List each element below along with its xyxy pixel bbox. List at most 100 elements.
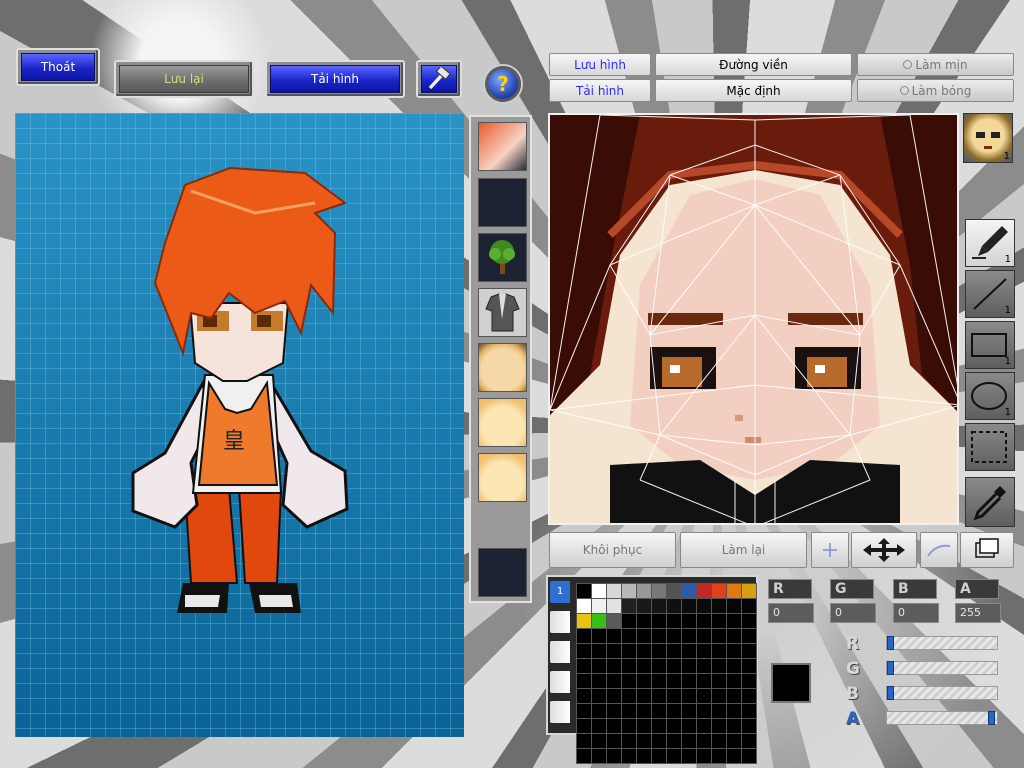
palette-tab-5[interactable] — [550, 701, 570, 723]
palette-swatch[interactable] — [652, 614, 666, 628]
palette-swatch[interactable] — [637, 734, 651, 748]
palette-swatch[interactable] — [652, 629, 666, 643]
palette-swatch[interactable] — [742, 689, 756, 703]
alpha-value-field[interactable]: 255 — [955, 603, 1001, 623]
palette-swatch[interactable] — [667, 599, 681, 613]
palette-swatch[interactable] — [742, 734, 756, 748]
rectangle-tool[interactable]: 1 — [965, 321, 1015, 369]
redo-button[interactable]: Làm lại — [680, 532, 807, 568]
palette-swatch[interactable] — [607, 629, 621, 643]
select-tool[interactable] — [965, 423, 1015, 471]
palette-swatch[interactable] — [712, 629, 726, 643]
curve-button[interactable] — [920, 532, 958, 568]
restore-button[interactable]: Khôi phục — [549, 532, 676, 568]
palette-swatch[interactable] — [727, 674, 741, 688]
palette-swatch[interactable] — [637, 584, 651, 598]
exit-button[interactable]: Thoát — [16, 48, 100, 86]
palette-swatch[interactable] — [607, 704, 621, 718]
palette-swatch[interactable] — [622, 689, 636, 703]
palette-swatch[interactable] — [727, 614, 741, 628]
palette-swatch[interactable] — [622, 659, 636, 673]
palette-swatch[interactable] — [592, 734, 606, 748]
palette-swatch[interactable] — [592, 704, 606, 718]
palette-swatch[interactable] — [622, 644, 636, 658]
palette-swatch[interactable] — [652, 599, 666, 613]
palette-swatch[interactable] — [607, 674, 621, 688]
alpha-slider-handle[interactable] — [988, 711, 995, 725]
palette-swatch[interactable] — [592, 749, 606, 763]
palette-swatch[interactable] — [742, 599, 756, 613]
palette-swatch[interactable] — [592, 719, 606, 733]
palette-swatch[interactable] — [622, 614, 636, 628]
layer-button[interactable] — [960, 532, 1014, 568]
palette-swatch[interactable] — [697, 599, 711, 613]
palette-swatch[interactable] — [592, 629, 606, 643]
palette-swatch[interactable] — [682, 749, 696, 763]
palette-swatch[interactable] — [577, 584, 591, 598]
palette-swatch[interactable] — [712, 704, 726, 718]
palette-swatch[interactable] — [592, 599, 606, 613]
palette-swatch[interactable] — [622, 584, 636, 598]
palette-swatch[interactable] — [727, 659, 741, 673]
palette-swatch[interactable] — [577, 749, 591, 763]
palette-tab-1[interactable]: 1 — [550, 581, 570, 603]
save-button[interactable]: Lưu lại — [114, 60, 254, 98]
palette-swatch[interactable] — [667, 644, 681, 658]
palette-swatch[interactable] — [667, 659, 681, 673]
palette-swatch[interactable] — [697, 584, 711, 598]
palette-swatch[interactable] — [742, 704, 756, 718]
palette-swatch[interactable] — [697, 614, 711, 628]
palette-swatch[interactable] — [712, 614, 726, 628]
palette-swatch[interactable] — [607, 689, 621, 703]
palette-swatch[interactable] — [637, 704, 651, 718]
palette-swatch[interactable] — [622, 749, 636, 763]
blue-slider[interactable] — [886, 686, 998, 700]
palette-swatch[interactable] — [667, 689, 681, 703]
save-image-button[interactable]: Lưu hình — [549, 53, 651, 76]
green-slider-handle[interactable] — [887, 661, 894, 675]
eyedropper-tool[interactable] — [965, 477, 1015, 527]
palette-swatch[interactable] — [607, 659, 621, 673]
palette-swatch[interactable] — [727, 749, 741, 763]
palette-swatch[interactable] — [682, 659, 696, 673]
shine-radio[interactable]: Làm bóng — [857, 79, 1014, 102]
palette-swatch[interactable] — [712, 599, 726, 613]
help-button[interactable]: ? — [485, 66, 521, 102]
palette-swatch[interactable] — [667, 749, 681, 763]
palette-swatch[interactable] — [742, 659, 756, 673]
palette-swatch[interactable] — [592, 614, 606, 628]
palette-swatch[interactable] — [577, 704, 591, 718]
palette-swatch[interactable] — [727, 644, 741, 658]
palette-swatch[interactable] — [577, 674, 591, 688]
palette-swatch[interactable] — [607, 584, 621, 598]
palette-swatch[interactable] — [652, 689, 666, 703]
palette-swatch[interactable] — [682, 644, 696, 658]
palette-swatch[interactable] — [682, 674, 696, 688]
load-button[interactable]: Tải hình — [265, 60, 405, 98]
thumb-face-eyes[interactable] — [478, 343, 527, 392]
palette-swatch[interactable] — [637, 719, 651, 733]
palette-swatch[interactable] — [592, 689, 606, 703]
green-slider[interactable] — [886, 661, 998, 675]
palette-swatch[interactable] — [622, 599, 636, 613]
palette-swatch[interactable] — [607, 614, 621, 628]
palette-swatch[interactable] — [607, 719, 621, 733]
thumb-outfit[interactable] — [478, 288, 527, 337]
palette-swatch[interactable] — [607, 644, 621, 658]
palette-swatch[interactable] — [697, 689, 711, 703]
palette-swatch[interactable] — [637, 689, 651, 703]
texture-canvas[interactable] — [548, 113, 959, 525]
palette-swatch[interactable] — [682, 704, 696, 718]
line-tool[interactable]: 1 — [965, 270, 1015, 318]
palette-swatch[interactable] — [727, 704, 741, 718]
palette-swatch[interactable] — [682, 719, 696, 733]
palette-swatch[interactable] — [712, 659, 726, 673]
palette-swatch[interactable] — [622, 719, 636, 733]
red-slider[interactable] — [886, 636, 998, 650]
avatar[interactable]: 1 — [963, 113, 1013, 163]
palette-swatch[interactable] — [667, 734, 681, 748]
move-button[interactable] — [851, 532, 917, 568]
palette-swatch[interactable] — [742, 749, 756, 763]
palette-swatch[interactable] — [742, 614, 756, 628]
palette-swatch[interactable] — [637, 674, 651, 688]
